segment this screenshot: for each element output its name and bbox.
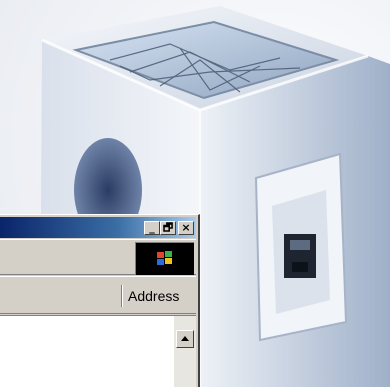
toolbar-separator bbox=[121, 285, 123, 307]
page-content[interactable] bbox=[0, 315, 196, 387]
restore-icon: 🗗 bbox=[162, 221, 174, 234]
close-button[interactable]: × bbox=[178, 221, 194, 235]
menu-bar bbox=[0, 239, 196, 275]
minimize-icon: _ bbox=[149, 221, 155, 234]
browser-window: _ 🗗 × Address bbox=[0, 214, 200, 387]
throbber bbox=[135, 242, 194, 275]
address-label: Address bbox=[128, 288, 180, 304]
desktop-background: _ 🗗 × Address bbox=[0, 0, 390, 387]
address-toolbar: Address bbox=[0, 276, 196, 314]
windows-logo-icon bbox=[157, 251, 172, 265]
vertical-scrollbar[interactable] bbox=[174, 316, 196, 387]
minimize-button[interactable]: _ bbox=[144, 221, 160, 235]
network-jack bbox=[254, 152, 348, 342]
title-bar[interactable]: _ 🗗 × bbox=[0, 217, 196, 238]
restore-button[interactable]: 🗗 bbox=[160, 221, 176, 235]
scroll-up-button[interactable] bbox=[176, 330, 194, 348]
close-icon: × bbox=[181, 221, 191, 234]
